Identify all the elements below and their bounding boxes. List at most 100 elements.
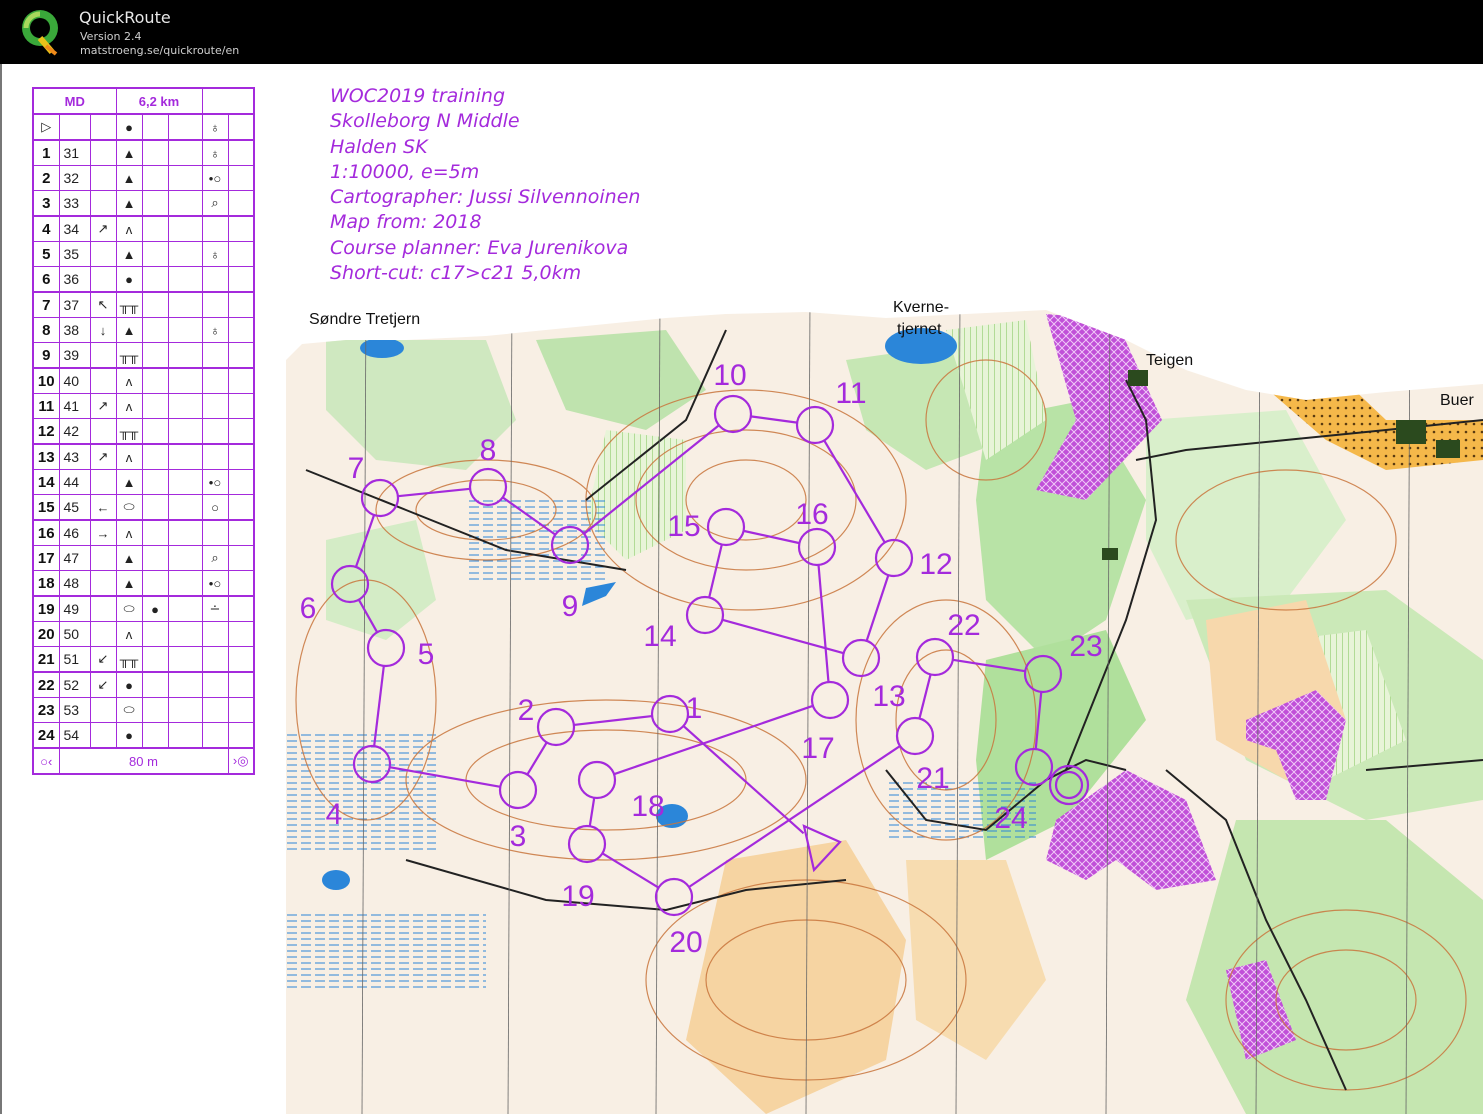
description-start-row: ▷ ● ♁ xyxy=(32,113,255,141)
control-symbol-c7 xyxy=(201,215,229,242)
control-code: 46 xyxy=(58,519,91,546)
control-symbol-c4: ● xyxy=(115,671,143,698)
description-row: 6 36 ● xyxy=(32,266,255,293)
control-symbol-c6 xyxy=(167,621,203,647)
control-code: 54 xyxy=(58,722,91,749)
description-row: 21 51 ↙ ╥╥ xyxy=(32,646,255,673)
control-symbol-c5 xyxy=(141,317,169,343)
description-header-blank xyxy=(201,87,255,115)
place-name-kvernetjernet-1: Kverne- xyxy=(893,299,950,316)
control-symbol-c5 xyxy=(141,367,169,394)
control-symbol-c3 xyxy=(89,165,117,191)
description-blank-cell xyxy=(227,469,255,495)
control-symbol-c5: ● xyxy=(141,595,169,622)
control-number: 10 xyxy=(32,367,60,394)
description-row: 16 46 → ʌ xyxy=(32,519,255,546)
control-label: 21 xyxy=(916,762,949,795)
control-number: 20 xyxy=(32,621,60,647)
course-info-line: Short-cut: c17>c21 5,0km xyxy=(330,262,582,285)
control-symbol-c6 xyxy=(167,469,203,495)
control-number: 9 xyxy=(32,342,60,369)
start-symbol-cell: ● xyxy=(115,113,143,141)
control-label: 3 xyxy=(510,820,527,853)
control-label: 7 xyxy=(348,452,365,485)
control-symbol-c6 xyxy=(167,443,203,470)
control-number: 7 xyxy=(32,291,60,318)
control-symbol-c7 xyxy=(201,646,229,673)
start-symbol-cell: ▷ xyxy=(32,113,60,141)
control-code: 39 xyxy=(58,342,91,369)
control-symbol-c5 xyxy=(141,671,169,698)
place-name-sondre-tretjern: Søndre Tretjern xyxy=(309,311,421,328)
control-symbol-c4: ▲ xyxy=(115,190,143,217)
control-symbol-c7: ⌕ xyxy=(201,545,229,571)
control-label: 16 xyxy=(795,498,828,531)
control-symbol-c5 xyxy=(141,722,169,749)
control-symbol-c7: ○ xyxy=(201,494,229,521)
description-blank-cell xyxy=(227,291,255,318)
control-label: 10 xyxy=(713,359,746,392)
control-label: 12 xyxy=(919,548,952,581)
control-symbol-c5 xyxy=(141,393,169,419)
control-symbol-c3: ↗ xyxy=(89,393,117,419)
finish-symbol-left: ○‹ xyxy=(32,747,60,775)
course-info-line: Skolleborg N Middle xyxy=(330,110,520,133)
description-row: 13 43 ↗ ʌ xyxy=(32,443,255,470)
control-code: 32 xyxy=(58,165,91,191)
description-blank-cell xyxy=(227,190,255,217)
control-code: 48 xyxy=(58,570,91,597)
app-url[interactable]: matstroeng.se/quickroute/en xyxy=(80,44,239,57)
control-symbol-c4: ▲ xyxy=(115,317,143,343)
control-number: 1 xyxy=(32,139,60,166)
control-symbol-c6 xyxy=(167,291,203,318)
course-info-line: Cartographer: Jussi Silvennoinen xyxy=(330,186,641,209)
description-class: MD xyxy=(32,87,117,115)
control-symbol-c5 xyxy=(141,418,169,445)
control-code: 43 xyxy=(58,443,91,470)
control-symbol-c3 xyxy=(89,241,117,267)
description-blank-cell xyxy=(227,621,255,647)
description-row: 23 53 ⬭ xyxy=(32,697,255,723)
description-row: 17 47 ▲ ⌕ xyxy=(32,545,255,571)
control-code: 40 xyxy=(58,367,91,394)
finish-symbol-right: ›◎ xyxy=(227,747,255,775)
control-symbol-c6 xyxy=(167,342,203,369)
control-symbol-c7: •○ xyxy=(201,165,229,191)
control-symbol-c7 xyxy=(201,367,229,394)
control-code: 45 xyxy=(58,494,91,521)
control-code: 53 xyxy=(58,697,91,723)
control-symbol-c3 xyxy=(89,595,117,622)
control-symbol-c6 xyxy=(167,545,203,571)
course-info-line: WOC2019 training xyxy=(330,85,506,107)
place-name-teigen: Teigen xyxy=(1146,352,1194,369)
control-symbol-c3 xyxy=(89,342,117,369)
control-symbol-c3 xyxy=(89,722,117,749)
description-row: 22 52 ↙ ● xyxy=(32,671,255,698)
course-info-line: Halden SK xyxy=(330,135,428,158)
control-symbol-c7 xyxy=(201,671,229,698)
control-symbol-c5 xyxy=(141,494,169,521)
control-symbol-c4: ● xyxy=(115,722,143,749)
control-label: 2 xyxy=(518,694,535,727)
description-row: 4 34 ↗ ʌ xyxy=(32,215,255,242)
control-symbol-c3 xyxy=(89,418,117,445)
description-blank-cell xyxy=(227,545,255,571)
control-code: 50 xyxy=(58,621,91,647)
control-symbol-c5 xyxy=(141,291,169,318)
control-number: 15 xyxy=(32,494,60,521)
control-label: 14 xyxy=(643,620,676,653)
control-symbol-c3: ↙ xyxy=(89,646,117,673)
control-code: 31 xyxy=(58,139,91,166)
control-code: 44 xyxy=(58,469,91,495)
course-info-line: 1:10000, e=5m xyxy=(330,160,480,183)
description-blank-cell xyxy=(227,367,255,394)
control-symbol-c4: ʌ xyxy=(115,367,143,394)
app-header: QuickRoute Version 2.4 matstroeng.se/qui… xyxy=(0,0,1483,64)
orienteering-map[interactable]: 123456789101112131415 161718192021222324 xyxy=(286,300,1483,1114)
control-symbol-c7 xyxy=(201,266,229,293)
control-number: 6 xyxy=(32,266,60,293)
control-code: 41 xyxy=(58,393,91,419)
course-info-line: Course planner: Eva Jurenikova xyxy=(330,236,629,259)
control-symbol-c7: ♁ xyxy=(201,241,229,267)
control-code: 36 xyxy=(58,266,91,293)
